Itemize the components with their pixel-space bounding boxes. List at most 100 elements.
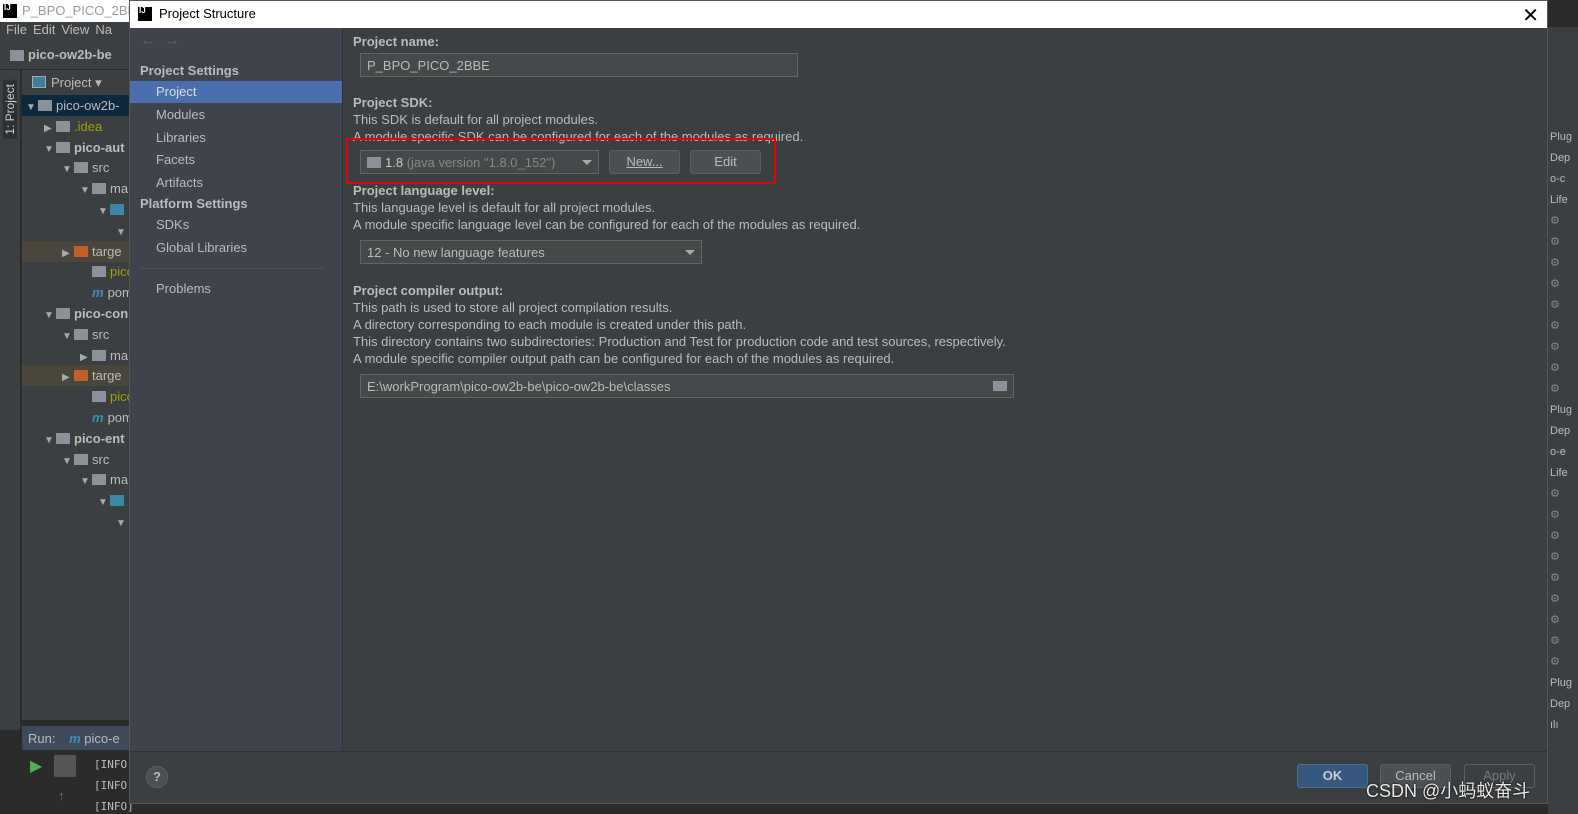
log-line: [INFO] [94, 800, 134, 813]
gear-icon[interactable]: ⚙ [1548, 610, 1578, 631]
maven-panel-item[interactable]: Plug [1548, 400, 1578, 421]
module-folder-icon [10, 50, 24, 61]
forward-arrow-icon[interactable]: → [164, 32, 180, 50]
gear-icon[interactable]: ⚙ [1548, 253, 1578, 274]
run-icon[interactable]: ▶ [30, 756, 42, 776]
menu-item[interactable]: View [61, 22, 89, 37]
compiler-output-label: Project compiler output: [353, 283, 504, 298]
maven-panel-item[interactable]: o-e [1548, 442, 1578, 463]
maven-panel-item[interactable]: o-c [1548, 169, 1578, 190]
project-name-input[interactable]: P_BPO_PICO_2BBE [360, 53, 798, 77]
tree-header[interactable]: Project ▾ [22, 72, 129, 93]
gear-icon[interactable]: ⚙ [1548, 295, 1578, 316]
up-arrow-icon[interactable]: ↑ [58, 788, 65, 803]
tree-item-label: src [92, 160, 110, 176]
maven-panel-item[interactable]: Dep [1548, 148, 1578, 169]
gear-icon[interactable]: ⚙ [1548, 211, 1578, 232]
sdk-dropdown[interactable]: 1.8 (java version "1.8.0_152") [360, 150, 599, 174]
menu-item[interactable]: Edit [33, 22, 55, 37]
nav-problems[interactable]: Problems [130, 278, 342, 300]
tool-window-tab-project[interactable]: 1: Project [3, 80, 17, 139]
edit-sdk-button[interactable]: Edit [690, 150, 761, 174]
breadcrumb[interactable]: pico-ow2b-be [0, 40, 129, 70]
tree-item-label: pico-aut [74, 139, 125, 155]
gear-icon[interactable]: ⚙ [1548, 526, 1578, 547]
gear-icon[interactable]: ⚙ [1548, 631, 1578, 652]
folder-icon [74, 370, 88, 382]
tree-item[interactable]: ▶ targe [22, 365, 129, 387]
tree-item[interactable]: ▼ [22, 199, 129, 220]
run-label: Run: [28, 731, 56, 746]
tree-item-label: pico-c [110, 389, 129, 405]
tree-item[interactable]: ▼ [22, 490, 129, 511]
gear-icon[interactable]: ⚙ [1548, 589, 1578, 610]
nav-global-libraries[interactable]: Global Libraries [130, 237, 342, 259]
tree-item[interactable]: mpom.x [22, 407, 129, 428]
gear-icon[interactable]: ⚙ [1548, 337, 1578, 358]
tree-item[interactable]: ▼ src [22, 449, 129, 470]
gear-icon[interactable]: ⚙ [1548, 568, 1578, 589]
compiler-description: This path is used to store all project c… [353, 300, 673, 315]
restore-layout-icon[interactable] [54, 755, 76, 777]
gear-icon[interactable]: ⚙ [1548, 274, 1578, 295]
nav-project[interactable]: Project [130, 81, 342, 103]
tree-item[interactable]: ▼ [22, 511, 129, 532]
nav-sdks[interactable]: SDKs [130, 214, 342, 236]
intellij-logo-icon: IJ [3, 4, 17, 18]
gear-icon[interactable]: ⚙ [1548, 358, 1578, 379]
tree-item-label: .idea [74, 118, 103, 134]
menu-item[interactable]: Na [95, 22, 112, 37]
new-sdk-button[interactable]: New... [609, 150, 680, 174]
maven-panel-item[interactable]: Plug [1548, 673, 1578, 694]
tree-item[interactable]: ▼ ma [22, 178, 129, 199]
nav-artifacts[interactable]: Artifacts [130, 172, 342, 194]
gear-icon[interactable]: ⚙ [1548, 547, 1578, 568]
help-button[interactable]: ? [146, 766, 168, 788]
gear-icon[interactable]: ⚙ [1548, 484, 1578, 505]
gear-icon[interactable]: ⚙ [1548, 379, 1578, 400]
tree-item[interactable]: ▼ src [22, 157, 129, 178]
tree-item[interactable]: ▶ targe [22, 240, 129, 262]
tree-item[interactable]: ▶ .idea [22, 116, 129, 137]
breadcrumb-label: pico-ow2b-be [28, 47, 112, 62]
tree-item[interactable]: ▼ [22, 220, 129, 241]
maven-panel-item[interactable]: Life [1548, 463, 1578, 484]
maven-panel-item[interactable]: ılı [1548, 715, 1578, 736]
tree-item[interactable]: ▼ pico-ent [22, 428, 129, 449]
gear-icon[interactable]: ⚙ [1548, 316, 1578, 337]
tree-item[interactable]: pico-a [22, 261, 129, 282]
tree-item[interactable]: pico-c [22, 386, 129, 407]
run-config-tab[interactable]: pico-e [84, 731, 119, 746]
tree-item[interactable]: ▼ pico-con [22, 303, 129, 324]
chevron-down-icon[interactable]: ▼ [116, 513, 128, 534]
back-arrow-icon[interactable]: ← [140, 32, 156, 50]
nav-facets[interactable]: Facets [130, 149, 342, 171]
menu-item[interactable]: File [6, 22, 27, 37]
maven-panel-item[interactable]: Life [1548, 190, 1578, 211]
gear-icon[interactable]: ⚙ [1548, 652, 1578, 673]
gear-icon[interactable]: ⚙ [1548, 505, 1578, 526]
tree-item[interactable]: ▼ ma [22, 469, 129, 490]
tree-item[interactable]: ▶ ma [22, 345, 129, 366]
watermark: CSDN @小蚂蚁奋斗 [1366, 781, 1531, 801]
tree-item[interactable]: mpom.x [22, 282, 129, 303]
browse-folder-icon[interactable] [993, 381, 1007, 391]
log-line: [INFO [94, 758, 128, 771]
ok-button[interactable]: OK [1297, 764, 1368, 788]
tree-item[interactable]: ▼ src [22, 324, 129, 345]
tree-item[interactable]: ▼ pico-aut [22, 137, 129, 158]
nav-libraries[interactable]: Libraries [130, 127, 342, 149]
dialog-title: Project Structure [159, 6, 256, 21]
maven-panel-item[interactable]: Plug [1548, 127, 1578, 148]
maven-panel-item[interactable]: Dep [1548, 694, 1578, 715]
project-tree[interactable]: Project ▾ ▼ pico-ow2b- ▶ .idea ▼ pico-aut ▼ src… [22, 70, 129, 720]
tree-item[interactable]: ▼ pico-ow2b- [22, 95, 129, 116]
nav-modules[interactable]: Modules [130, 104, 342, 126]
jdk-folder-icon [367, 157, 381, 168]
gear-icon[interactable]: ⚙ [1548, 232, 1578, 253]
maven-panel-item[interactable]: Dep [1548, 421, 1578, 442]
compiler-output-input[interactable]: E:\workProgram\pico-ow2b-be\pico-ow2b-be… [360, 374, 1014, 398]
folder-icon [92, 183, 106, 195]
close-icon[interactable]: ✕ [1522, 3, 1539, 28]
language-level-dropdown[interactable]: 12 - No new language features [360, 240, 702, 264]
